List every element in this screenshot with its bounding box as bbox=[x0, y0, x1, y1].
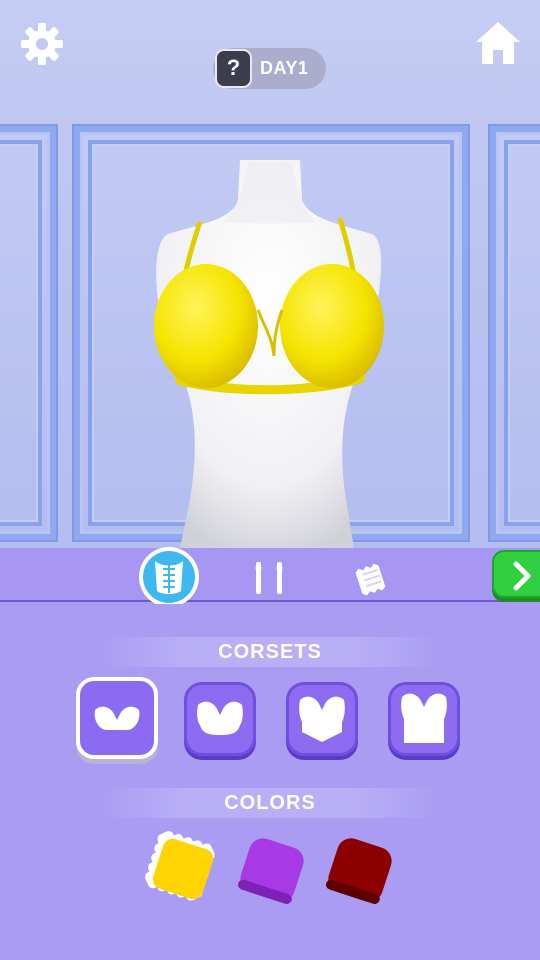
colors-title: COLORS bbox=[224, 792, 316, 814]
color-swatch-purple[interactable] bbox=[234, 832, 310, 908]
v-corset-icon bbox=[299, 696, 345, 742]
color-swatch-yellow[interactable] bbox=[140, 826, 226, 912]
corset-option-2[interactable] bbox=[184, 682, 256, 756]
help-button[interactable]: ? bbox=[215, 49, 252, 88]
wall-panel-left bbox=[0, 126, 56, 540]
corset-option-3[interactable] bbox=[286, 682, 358, 756]
color-swatch-dark-red[interactable] bbox=[322, 832, 398, 908]
fabric-icon[interactable] bbox=[350, 558, 394, 598]
chevron-right-icon bbox=[513, 561, 531, 591]
corset-option-4[interactable] bbox=[388, 682, 460, 756]
gear-icon[interactable] bbox=[20, 22, 64, 66]
straps-icon[interactable] bbox=[248, 560, 290, 596]
day-label: DAY1 bbox=[260, 58, 309, 78]
corset-option-1[interactable] bbox=[76, 677, 158, 759]
mannequin-with-bra bbox=[154, 160, 384, 548]
short-corset-icon bbox=[197, 701, 243, 735]
corset-icon[interactable] bbox=[137, 545, 201, 609]
home-icon[interactable] bbox=[474, 20, 522, 66]
dressing-room-scene: ? DAY1 bbox=[0, 0, 540, 548]
full-corset-icon bbox=[401, 693, 447, 743]
next-button[interactable] bbox=[492, 550, 540, 598]
bra-style-icon bbox=[94, 706, 140, 730]
wall-panel-right bbox=[490, 126, 540, 540]
corsets-title: CORSETS bbox=[218, 641, 322, 663]
